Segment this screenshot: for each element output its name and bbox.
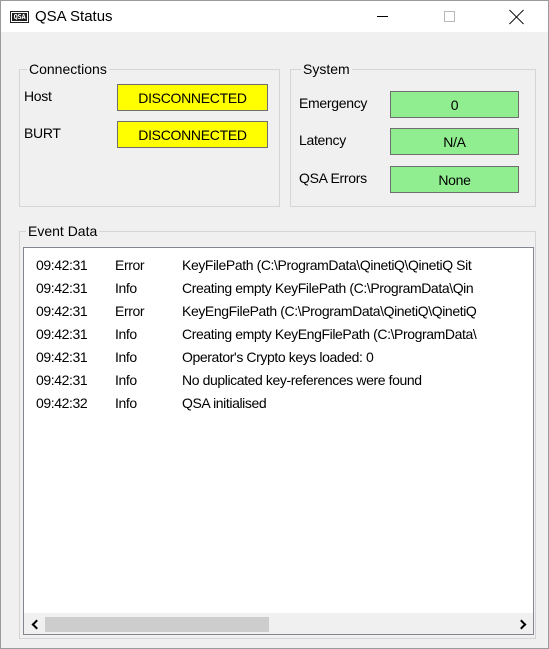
event-row[interactable]: 09:42:31 Info Creating empty KeyFilePath… (24, 277, 533, 300)
event-level: Info (115, 349, 137, 365)
system-group-title: System (301, 61, 352, 77)
title-bar[interactable]: QSA QSA Status (1, 1, 548, 32)
event-list[interactable]: 09:42:31 Error KeyFilePath (C:\ProgramDa… (23, 247, 534, 635)
event-time: 09:42:31 (36, 280, 88, 296)
host-label: Host (24, 88, 52, 104)
event-level: Error (115, 257, 145, 273)
window-title: QSA Status (35, 8, 113, 25)
burt-status: DISCONNECTED (117, 121, 268, 148)
latency-label: Latency (299, 132, 346, 148)
scroll-left-icon (31, 619, 41, 630)
latency-status: N/A (390, 128, 519, 155)
event-row[interactable]: 09:42:31 Error KeyEngFilePath (C:\Progra… (24, 300, 533, 323)
minimize-button[interactable] (359, 1, 405, 32)
event-message: No duplicated key-references were found (182, 372, 422, 388)
event-message: KeyEngFilePath (C:\ProgramData\QinetiQ\Q… (182, 303, 477, 319)
emergency-status: 0 (390, 91, 519, 118)
qsa-errors-status: None (390, 166, 519, 193)
connections-group-title: Connections (27, 61, 109, 77)
event-row[interactable]: 09:42:31 Info Operator's Crypto keys loa… (24, 346, 533, 369)
scroll-left-button[interactable] (24, 614, 45, 634)
maximize-button[interactable] (426, 1, 472, 32)
event-message: QSA initialised (182, 395, 267, 411)
event-row[interactable]: 09:42:32 Info QSA initialised (24, 392, 533, 415)
scrollbar-thumb[interactable] (45, 617, 269, 632)
emergency-label: Emergency (299, 95, 368, 111)
event-time: 09:42:31 (36, 257, 88, 273)
event-time: 09:42:31 (36, 349, 88, 365)
event-level: Info (115, 395, 137, 411)
event-row[interactable]: 09:42:31 Error KeyFilePath (C:\ProgramDa… (24, 254, 533, 277)
close-icon (509, 9, 524, 24)
event-time: 09:42:32 (36, 395, 88, 411)
event-level: Info (115, 280, 137, 296)
event-message: Operator's Crypto keys loaded: 0 (182, 349, 374, 365)
event-level: Error (115, 303, 145, 319)
event-row[interactable]: 09:42:31 Info Creating empty KeyEngFileP… (24, 323, 533, 346)
event-message: Creating empty KeyFilePath (C:\ProgramDa… (182, 280, 474, 296)
qsa-errors-label: QSA Errors (299, 170, 367, 186)
event-time: 09:42:31 (36, 372, 88, 388)
event-level: Info (115, 326, 137, 342)
event-time: 09:42:31 (36, 326, 88, 342)
event-message: KeyFilePath (C:\ProgramData\QinetiQ\Qine… (182, 257, 472, 273)
burt-label: BURT (24, 125, 61, 141)
event-level: Info (115, 372, 137, 388)
app-icon[interactable]: QSA (10, 11, 29, 23)
scroll-right-icon (516, 619, 526, 630)
event-rows: 09:42:31 Error KeyFilePath (C:\ProgramDa… (24, 254, 533, 415)
event-time: 09:42:31 (36, 303, 88, 319)
minimize-icon (376, 16, 388, 17)
scroll-right-button[interactable] (512, 614, 533, 634)
event-row[interactable]: 09:42:31 Info No duplicated key-referenc… (24, 369, 533, 392)
horizontal-scrollbar[interactable] (24, 613, 533, 634)
maximize-icon (443, 11, 455, 22)
close-button[interactable] (493, 1, 539, 32)
host-status: DISCONNECTED (117, 84, 268, 111)
qsa-status-window: QSA QSA Status Connections Host DISCONNE… (0, 0, 549, 649)
event-data-group-title: Event Data (26, 223, 100, 239)
event-message: Creating empty KeyEngFilePath (C:\Progra… (182, 326, 477, 342)
